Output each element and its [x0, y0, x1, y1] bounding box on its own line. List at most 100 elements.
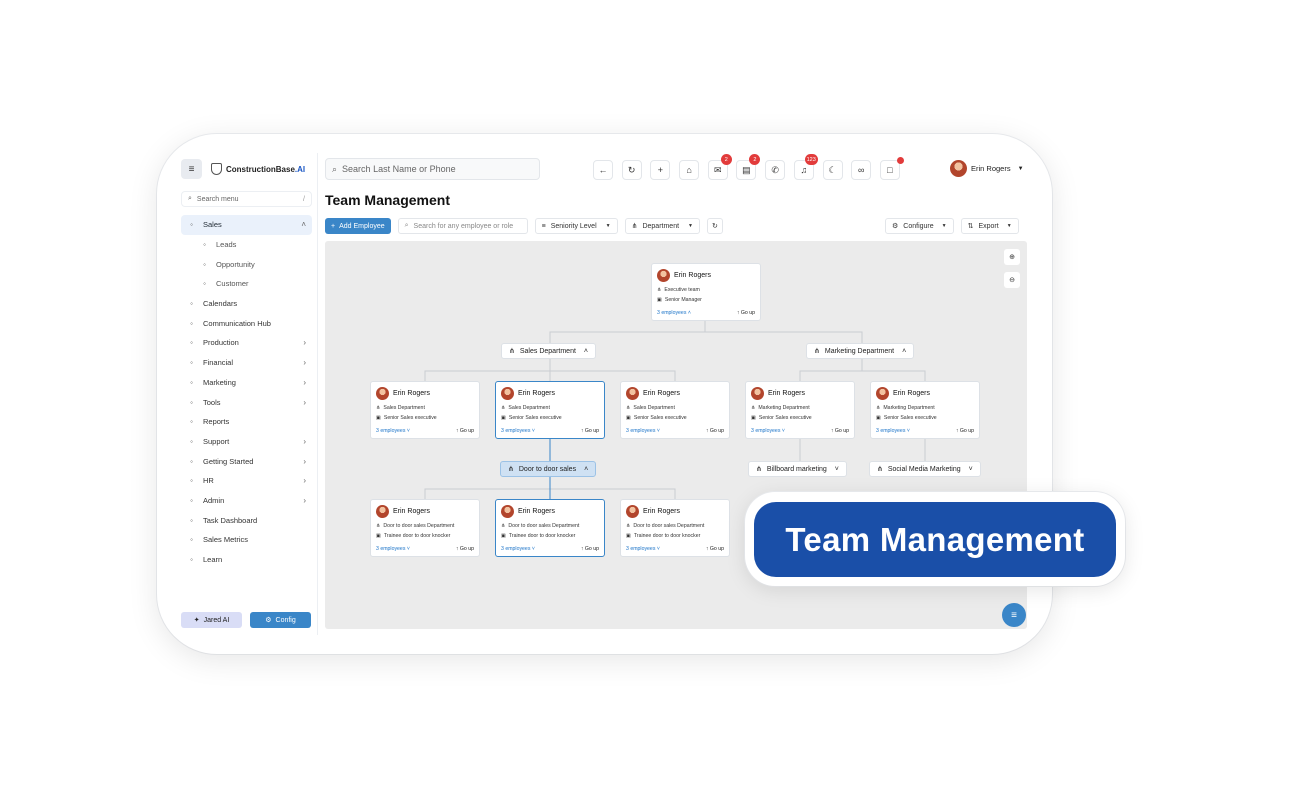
sidebar-item-support[interactable]: ◦ Support › — [181, 432, 312, 452]
add-employee-button[interactable]: + Add Employee — [325, 218, 391, 234]
employee-department: Sales Department — [633, 405, 675, 411]
employees-toggle[interactable]: 3 employees ˅ — [626, 546, 660, 552]
sidebar-item-sales[interactable]: ◦ Sales ˄ — [181, 215, 312, 235]
go-up-button[interactable]: ↑ Go up — [956, 428, 974, 434]
hierarchy-icon: ⋔ — [626, 523, 631, 529]
org-card[interactable]: Erin Rogers ⋔ Sales Department ▣ Senior Sale… — [620, 381, 730, 439]
employees-toggle[interactable]: 3 employees ˅ — [876, 428, 910, 434]
toolbar-right: ⚙ Configure ▼ ⇅ Export ▼ — [885, 218, 1019, 234]
back-arrow-button[interactable]: ← — [593, 160, 613, 180]
dept-chip-door-to-door[interactable]: ⋔ Door to door sales ˄ — [500, 461, 597, 477]
glasses-button[interactable]: ∞ — [851, 160, 872, 180]
square-button[interactable]: □ — [879, 157, 904, 180]
sidebar-item-calendars[interactable]: ◦ Calendars — [181, 294, 312, 314]
dept-chip-marketing[interactable]: ⋔ Marketing Department ˄ — [806, 343, 915, 359]
go-up-label: Go up — [584, 428, 599, 434]
toolbar: + Add Employee ⌕ Search for any employee o… — [325, 218, 723, 234]
sidebar-item-financial[interactable]: ◦ Financial › — [181, 353, 312, 373]
message-button[interactable]: ▤ 2 — [736, 154, 761, 180]
sidebar-item-admin[interactable]: ◦ Admin › — [181, 491, 312, 511]
employee-name: Erin Rogers — [893, 390, 930, 397]
go-up-button[interactable]: ↑ Go up — [456, 428, 474, 434]
bell-button[interactable]: ♫ 123 — [793, 154, 818, 180]
go-up-button[interactable]: ↑ Go up — [706, 428, 724, 434]
sidebar-item-opportunity[interactable]: ◦ Opportunity — [181, 254, 312, 274]
employees-toggle[interactable]: 3 employees ˅ — [376, 428, 410, 434]
employees-toggle[interactable]: 3 employees ˅ — [501, 546, 535, 552]
dept-chip-billboard[interactable]: ⋔ Billboard marketing ˅ — [748, 461, 847, 477]
search-menu-input[interactable]: ⌕ Search menu / — [181, 191, 312, 207]
go-up-button[interactable]: ↑ Go up — [581, 428, 599, 434]
zoom-out-button[interactable]: ⊖ — [1004, 272, 1020, 288]
org-card[interactable]: Erin Rogers ⋔ Sales Department ▣ Senior Sale… — [495, 381, 605, 439]
reset-filters-button[interactable]: ↻ — [707, 218, 723, 234]
sidebar-item-tools[interactable]: ◦ Tools › — [181, 392, 312, 412]
status-dot — [896, 157, 904, 164]
marketing-icon: ◦ — [190, 377, 193, 387]
collapse-sidebar-button[interactable]: ≡ — [181, 159, 202, 179]
department-filter[interactable]: ⋔ Department ▼ — [624, 218, 700, 234]
employees-toggle[interactable]: 3 employees ˅ — [501, 428, 535, 434]
org-card[interactable]: Erin Rogers ⋔ Marketing Department ▣ Senior … — [870, 381, 980, 439]
configure-button[interactable]: ⚙ Configure ▼ — [885, 218, 954, 234]
jared-ai-button[interactable]: ✦ Jared AI — [181, 612, 242, 628]
zoom-in-button[interactable]: ⊕ — [1004, 249, 1020, 265]
sidebar-item-reports[interactable]: ◦ Reports — [181, 412, 312, 432]
sidebar-item-communication-hub[interactable]: ◦ Communication Hub — [181, 313, 312, 333]
config-button[interactable]: ⚙ Config — [250, 612, 311, 628]
go-up-button[interactable]: ↑ Go up — [706, 546, 724, 552]
org-card[interactable]: Erin Rogers ⋔ Door to door sales Departmen… — [370, 499, 480, 557]
caret-down-icon: ▼ — [605, 223, 611, 229]
sidebar-item-marketing[interactable]: ◦ Marketing › — [181, 373, 312, 393]
sidebar-item-task-dashboard[interactable]: ◦ Task Dashboard — [181, 510, 312, 530]
user-menu[interactable]: Erin Rogers ▼ — [950, 160, 1024, 177]
export-icon: ⇅ — [967, 223, 974, 230]
org-card[interactable]: Erin Rogers ⋔ Marketing Department ▣ Senior … — [745, 381, 855, 439]
caret-down-icon: ▼ — [1017, 165, 1024, 172]
go-up-button[interactable]: ↑ Go up — [737, 310, 755, 316]
org-card[interactable]: Erin Rogers ⋔ Sales Department ▣ Senior Sale… — [370, 381, 480, 439]
sidebar-item-leads[interactable]: ◦ Leads — [181, 235, 312, 255]
employee-role: Senior Sales executive — [883, 415, 937, 421]
go-up-label: Go up — [959, 428, 974, 434]
calendar-icon: ◦ — [190, 299, 193, 309]
moon-button[interactable]: ☾ — [822, 160, 843, 180]
org-card[interactable]: Erin Rogers ⋔ Door to door sales Departmen… — [495, 499, 605, 557]
home-button[interactable]: ⌂ — [679, 160, 700, 180]
dept-label: Marketing Department — [824, 347, 895, 355]
employees-toggle[interactable]: 3 employees ˅ — [626, 428, 660, 434]
sidebar-item-customer[interactable]: ◦ Customer — [181, 274, 312, 294]
sidebar-item-getting-started[interactable]: ◦ Getting Started › — [181, 451, 312, 471]
sidebar-item-sales-metrics[interactable]: ◦ Sales Metrics — [181, 530, 312, 550]
avatar — [501, 505, 514, 518]
briefcase-icon: ▣ — [376, 533, 381, 539]
org-card-root[interactable]: Erin Rogers ⋔ Executive team ▣ Senior Mana… — [651, 263, 761, 321]
mail-button[interactable]: ✉ 2 — [707, 154, 732, 180]
dept-chip-sales[interactable]: ⋔ Sales Department ˄ — [501, 343, 596, 359]
employee-search-input[interactable]: ⌕ Search for any employee or role — [397, 218, 528, 234]
chevron-right-icon: › — [303, 358, 306, 368]
sidebar-item-learn[interactable]: ◦ Learn — [181, 550, 312, 570]
refresh-button[interactable]: ↻ — [621, 160, 642, 180]
notification-badge: 2 — [720, 154, 732, 165]
sidebar-item-hr[interactable]: ◦ HR › — [181, 471, 312, 491]
go-up-button[interactable]: ↑ Go up — [581, 546, 599, 552]
sidebar-item-production[interactable]: ◦ Production › — [181, 333, 312, 353]
dept-chip-social-media[interactable]: ⋔ Social Media Marketing ˅ — [869, 461, 981, 477]
go-up-button[interactable]: ↑ Go up — [456, 546, 474, 552]
employees-toggle[interactable]: 3 employees ˅ — [376, 546, 410, 552]
employees-count: 3 employees — [501, 546, 531, 552]
menu-fab-button[interactable]: ≡ — [1002, 603, 1026, 627]
export-button[interactable]: ⇅ Export ▼ — [960, 218, 1019, 234]
plus-button[interactable]: + — [650, 160, 671, 180]
go-up-button[interactable]: ↑ Go up — [831, 428, 849, 434]
employees-toggle[interactable]: 3 employees ˅ — [751, 428, 785, 434]
gear-icon: ⚙ — [265, 617, 272, 624]
employees-toggle[interactable]: 3 employees ˄ — [657, 310, 691, 316]
chevron-right-icon: › — [303, 338, 306, 348]
sidebar-item-label: Customer — [216, 279, 249, 289]
global-search-input[interactable]: ⌕ Search Last Name or Phone — [325, 158, 540, 180]
phone-button[interactable]: ✆ — [765, 160, 786, 180]
org-card[interactable]: Erin Rogers ⋔ Door to door sales Departmen… — [620, 499, 730, 557]
seniority-filter[interactable]: ≡ Seniority Level ▼ — [534, 218, 618, 234]
